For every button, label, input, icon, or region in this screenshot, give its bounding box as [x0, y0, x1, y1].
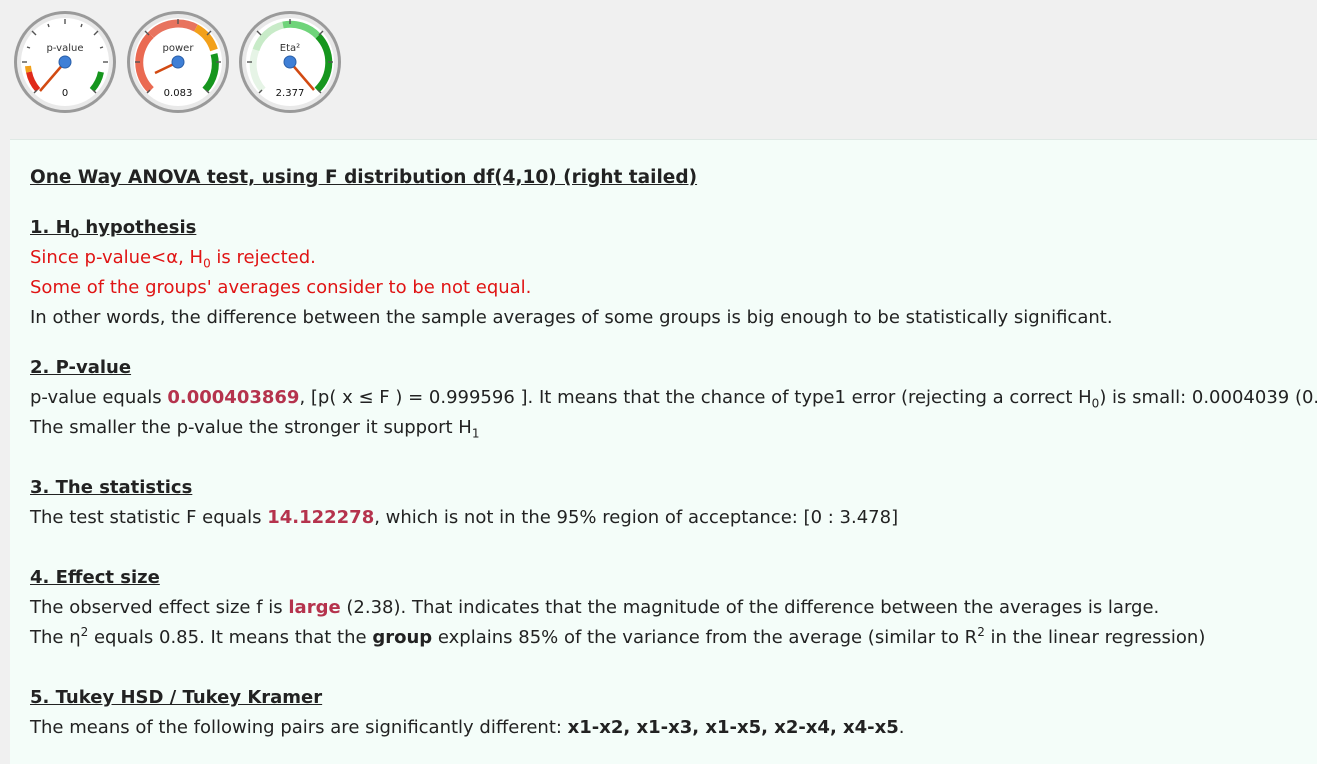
- section-hypothesis-heading: 1. H0 hypothesis: [30, 217, 197, 241]
- tukey-pairs: x1-x2, x1-x3, x1-x5, x2-x4, x4-x5: [567, 717, 899, 738]
- section-tukey-heading: 5. Tukey HSD / Tukey Kramer: [30, 687, 323, 708]
- effect-size-label: large: [288, 597, 341, 618]
- p-value-gauge-value: 0: [61, 88, 69, 99]
- section-effect-size: 4. Effect size The observed effect size …: [30, 563, 1205, 653]
- tukey-line: The means of the following pairs are sig…: [30, 717, 905, 738]
- effect-size-line: The observed effect size f is large (2.3…: [30, 597, 1160, 618]
- section-p-value: 2. P-value p-value equals 0.000403869, […: [30, 353, 1317, 443]
- eta-gauge-title: Eta²: [279, 43, 301, 54]
- p-value-gauge: p-value 0: [13, 10, 117, 114]
- power-gauge-value: 0.083: [163, 88, 193, 99]
- eta-squared-line: The η2 equals 0.85. It means that the gr…: [30, 625, 1206, 648]
- p-value-gauge-title: p-value: [46, 43, 84, 54]
- power-gauge: power 0.083: [126, 10, 230, 114]
- section-p-value-heading: 2. P-value: [30, 357, 132, 378]
- section-statistics: 3. The statistics The test statistic F e…: [30, 473, 898, 533]
- p-value-note: The smaller the p-value the stronger it …: [30, 417, 480, 441]
- report-title: One Way ANOVA test, using F distribution…: [30, 167, 698, 188]
- section-hypothesis: 1. H0 hypothesis Since p-value<α, H0 is …: [30, 213, 1113, 333]
- eta-gauge-value: 2.377: [275, 88, 305, 99]
- gauge-panel: p-value 0 power 0.083 Eta² 2.377: [0, 0, 1317, 138]
- p-value-line: p-value equals 0.000403869, [p( x ≤ F ) …: [30, 387, 1317, 411]
- p-value-number: 0.000403869: [167, 387, 300, 408]
- hypothesis-conclusion: Some of the groups' averages consider to…: [30, 277, 532, 298]
- eta-gauge: Eta² 2.377: [238, 10, 342, 114]
- hypothesis-explanation: In other words, the difference between t…: [30, 307, 1113, 328]
- section-statistics-heading: 3. The statistics: [30, 477, 193, 498]
- f-statistic-value: 14.122278: [267, 507, 375, 528]
- section-effect-size-heading: 4. Effect size: [30, 567, 160, 588]
- statistics-line: The test statistic F equals 14.122278, w…: [30, 507, 899, 528]
- hypothesis-result: Since p-value<α, H0 is rejected.: [30, 247, 316, 271]
- report-panel: One Way ANOVA test, using F distribution…: [10, 139, 1317, 764]
- section-tukey: 5. Tukey HSD / Tukey Kramer The means of…: [30, 683, 905, 743]
- power-gauge-title: power: [162, 43, 194, 54]
